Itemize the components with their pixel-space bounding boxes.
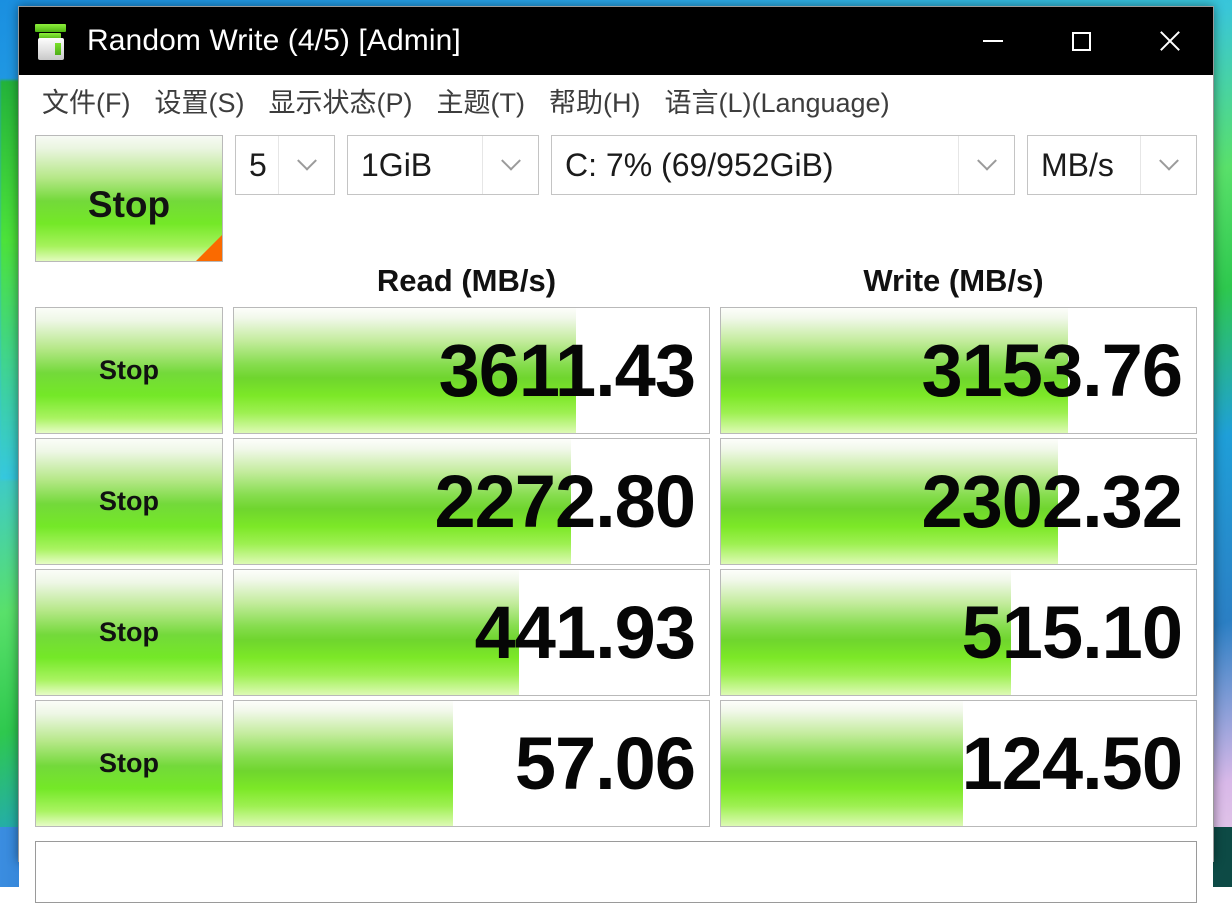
row-stop-button-2[interactable]: Stop (35, 438, 223, 565)
icon-bar-top (35, 24, 66, 32)
read-bar-4 (234, 701, 453, 826)
table-row: Stop 3611.43 3153.76 (35, 307, 1197, 434)
read-value-3: 441.93 (475, 596, 709, 670)
write-cell-3: 515.10 (720, 569, 1197, 696)
write-column-header: Write (MB/s) (716, 263, 1191, 299)
minimize-button[interactable] (949, 7, 1037, 75)
menu-item-language[interactable]: 语言(L)(Language) (663, 79, 890, 122)
chevron-down-icon[interactable] (482, 136, 538, 194)
chevron-down-icon[interactable] (278, 136, 334, 194)
write-bar-4 (721, 701, 963, 826)
maximize-button[interactable] (1037, 7, 1125, 75)
read-cell-4: 57.06 (233, 700, 710, 827)
write-cell-4: 124.50 (720, 700, 1197, 827)
menu-item-theme[interactable]: 主题(T) (435, 79, 525, 122)
row-stop-button-3[interactable]: Stop (35, 569, 223, 696)
write-value-1: 3153.76 (922, 334, 1197, 408)
toolbar: Stop 5 1GiB C: 7% (69/952GiB) MB/s (35, 135, 1197, 179)
row-stop-button-1[interactable]: Stop (35, 307, 223, 434)
read-cell-3: 441.93 (233, 569, 710, 696)
chevron-down-icon[interactable] (1140, 136, 1196, 194)
test-size-select[interactable]: 1GiB (347, 135, 539, 195)
write-value-2: 2302.32 (922, 465, 1197, 539)
main-content: Stop 5 1GiB C: 7% (69/952GiB) MB/s (19, 127, 1213, 913)
read-value-2: 2272.80 (435, 465, 710, 539)
row-stop-label: Stop (99, 617, 159, 648)
crystaldiskmark-icon (29, 21, 73, 61)
test-size-value: 1GiB (361, 147, 432, 184)
menu-item-settings[interactable]: 设置(S) (153, 79, 245, 122)
status-bar (35, 841, 1197, 903)
read-cell-2: 2272.80 (233, 438, 710, 565)
target-drive-select[interactable]: C: 7% (69/952GiB) (551, 135, 1015, 195)
write-cell-2: 2302.32 (720, 438, 1197, 565)
menu-item-profile[interactable]: 显示状态(P) (267, 79, 413, 122)
read-value-1: 3611.43 (439, 334, 709, 408)
icon-drive-body (38, 38, 64, 60)
target-drive-value: C: 7% (69/952GiB) (565, 147, 834, 184)
row-stop-label: Stop (99, 748, 159, 779)
unit-select[interactable]: MB/s (1027, 135, 1197, 195)
write-value-3: 515.10 (962, 596, 1196, 670)
close-button[interactable] (1125, 7, 1213, 75)
column-headers: Read (MB/s) Write (MB/s) (35, 255, 1197, 307)
title-bar: Random Write (4/5) [Admin] (19, 7, 1213, 75)
write-value-4: 124.50 (962, 727, 1196, 801)
window-title: Random Write (4/5) [Admin] (87, 24, 461, 58)
chevron-down-icon[interactable] (958, 136, 1014, 194)
test-count-select[interactable]: 5 (235, 135, 335, 195)
crystaldiskmark-window: Random Write (4/5) [Admin] 文件(F) 设置(S) 显… (18, 6, 1214, 862)
menu-item-file[interactable]: 文件(F) (41, 79, 131, 122)
table-row: Stop 2272.80 2302.32 (35, 438, 1197, 565)
unit-value: MB/s (1041, 147, 1114, 184)
maximize-icon (1072, 32, 1091, 51)
all-stop-button[interactable]: Stop (35, 135, 223, 262)
menu-item-help[interactable]: 帮助(H) (548, 79, 641, 122)
read-cell-1: 3611.43 (233, 307, 710, 434)
table-row: Stop 441.93 515.10 (35, 569, 1197, 696)
test-count-value: 5 (249, 147, 267, 184)
table-row: Stop 57.06 124.50 (35, 700, 1197, 827)
row-stop-label: Stop (99, 486, 159, 517)
row-stop-button-4[interactable]: Stop (35, 700, 223, 827)
all-stop-button-label: Stop (88, 184, 170, 226)
close-icon (1157, 29, 1181, 53)
read-column-header: Read (MB/s) (229, 263, 704, 299)
read-value-4: 57.06 (515, 727, 709, 801)
minimize-icon (983, 40, 1003, 42)
window-controls (949, 7, 1213, 75)
running-indicator-triangle (196, 235, 222, 261)
all-button-column: Stop (35, 135, 223, 262)
write-cell-1: 3153.76 (720, 307, 1197, 434)
row-stop-label: Stop (99, 355, 159, 386)
menu-bar: 文件(F) 设置(S) 显示状态(P) 主题(T) 帮助(H) 语言(L)(La… (19, 75, 1213, 127)
results-table: Stop 3611.43 3153.76 Stop 2272.80 (35, 307, 1197, 831)
